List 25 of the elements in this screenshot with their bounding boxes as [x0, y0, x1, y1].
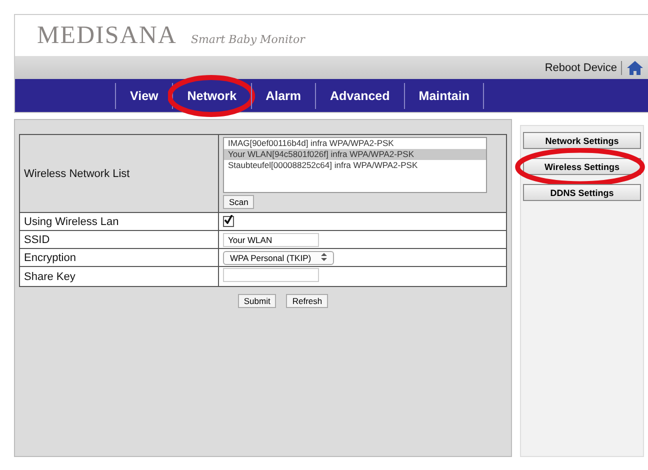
side-menu-button[interactable]: Wireless Settings	[523, 158, 641, 175]
nav-tab[interactable]: Alarm	[250, 82, 316, 108]
home-icon[interactable]	[626, 60, 644, 76]
nav-tab[interactable]: View	[115, 82, 172, 108]
form-button[interactable]: Refresh	[286, 294, 328, 308]
scan-button[interactable]: Scan	[223, 195, 254, 209]
field-label: Share Key	[20, 266, 218, 286]
dropdown-arrow-icon	[321, 252, 328, 260]
encryption-dropdown[interactable]: WPA Personal (TKIP)	[223, 250, 334, 264]
text-field[interactable]	[223, 268, 319, 282]
side-menu-button[interactable]: Network Settings	[523, 132, 641, 149]
side-menu-button[interactable]: DDNS Settings	[523, 184, 641, 201]
network-list[interactable]: IMAG[90ef00116b4d] infra WPA/WPA2-PSK Your WLAN[94c5801f026f] infra WPA/WPA2-PSK Staubteufel[000088252c64] infra WPA/WPA2-PSK	[223, 137, 487, 193]
nav-tab[interactable]: Maintain	[404, 82, 484, 108]
brand-logo: MEDISANA	[37, 22, 177, 50]
field-label: Wireless Network List	[20, 134, 218, 212]
checkbox[interactable]	[223, 216, 234, 228]
network-option[interactable]: IMAG[90ef00116b4d] infra WPA/WPA2-PSK	[224, 138, 486, 149]
text-field[interactable]: Your WLAN	[223, 232, 319, 246]
nav-tab[interactable]: Advanced	[315, 82, 404, 108]
network-option[interactable]: Your WLAN[94c5801f026f] infra WPA/WPA2-PSK	[224, 149, 486, 160]
tagline: Smart Baby Monitor	[190, 33, 305, 48]
form-button[interactable]: Submit	[238, 294, 276, 308]
reboot-link[interactable]: Reboot Device	[544, 62, 617, 74]
network-option[interactable]: Staubteufel[000088252c64] infra WPA/WPA2-PSK	[224, 160, 486, 171]
